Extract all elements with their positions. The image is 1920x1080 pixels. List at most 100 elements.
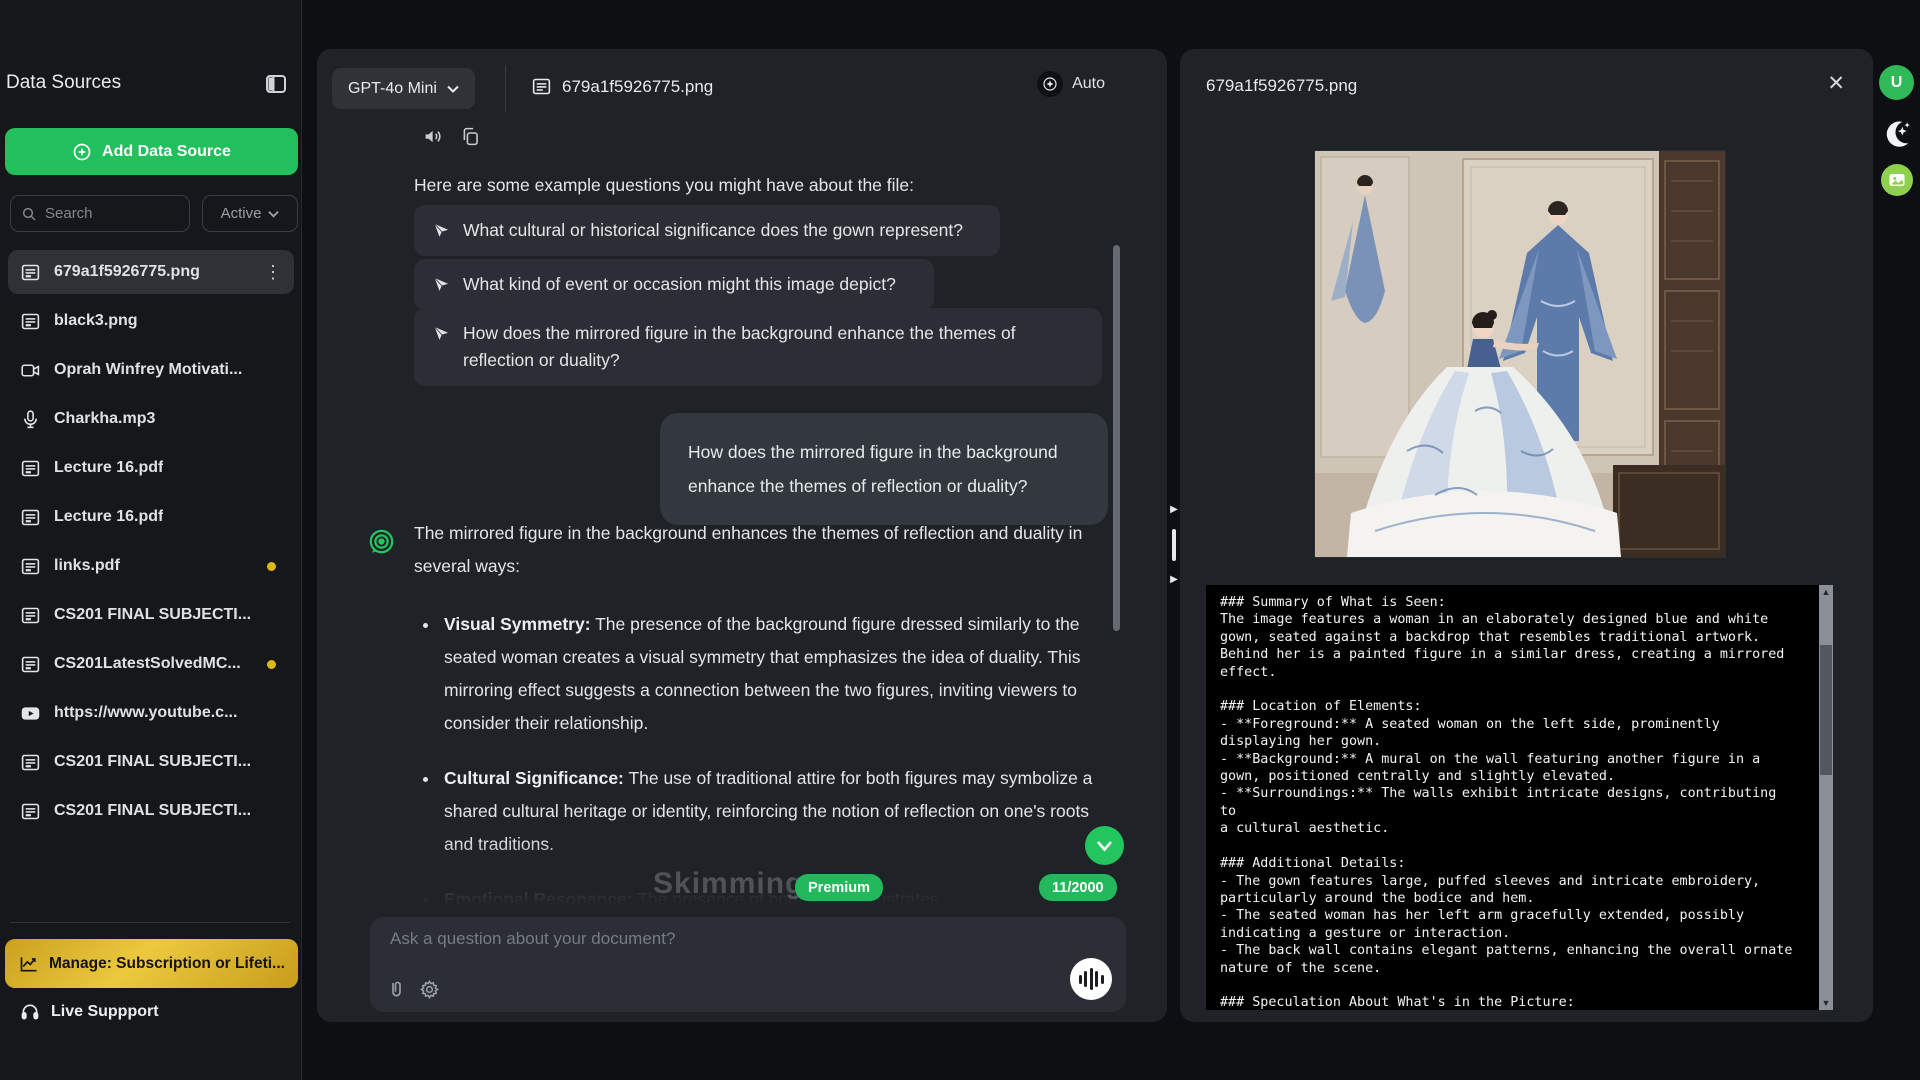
sidebar-title: Data Sources	[6, 72, 121, 94]
suggested-question-3[interactable]: How does the mirrored figure in the back…	[414, 308, 1102, 386]
copy-icon[interactable]	[460, 126, 481, 147]
scrollbar-thumb[interactable]	[1820, 645, 1832, 775]
watermark: Skimming	[653, 867, 804, 901]
active-file-name: 679a1f5926775.png	[562, 77, 713, 97]
assistant-bullet-2: Cultural Significance: The use of tradit…	[440, 762, 1111, 861]
auto-mode-label: Auto	[1072, 75, 1105, 93]
file-preview-panel: 679a1f5926775.png ✕	[1180, 49, 1873, 1022]
list-item-label: CS201 FINAL SUBJECTI...	[54, 753, 251, 771]
active-file: 679a1f5926775.png	[531, 76, 713, 97]
item-menu-icon[interactable]: ⋮	[264, 267, 282, 277]
file-icon	[20, 556, 41, 577]
model-selector[interactable]: GPT-4o Mini	[332, 68, 475, 109]
list-item-label: Lecture 16.pdf	[54, 459, 163, 477]
chart-line-icon	[19, 954, 39, 974]
sidebar-search[interactable]	[10, 195, 190, 232]
manage-subscription-label: Manage: Subscription or Lifeti...	[49, 955, 285, 973]
file-icon	[20, 458, 41, 479]
suggested-question-label: What kind of event or occasion might thi…	[463, 271, 896, 298]
image-description-box: ### Summary of What is Seen: The image f…	[1206, 585, 1833, 1010]
list-item-label: CS201 FINAL SUBJECTI...	[54, 606, 251, 624]
scroll-down-icon[interactable]: ▼	[1819, 996, 1833, 1010]
list-item-679a1f5926775-png[interactable]: 679a1f5926775.png ⋮	[8, 250, 294, 294]
data-source-list: 679a1f5926775.png ⋮ black3.png Oprah Win…	[8, 250, 294, 838]
voice-input-button[interactable]	[1070, 958, 1112, 1000]
status-dot	[267, 562, 276, 571]
assistant-avatar-icon	[368, 528, 395, 555]
close-icon[interactable]: ✕	[1827, 71, 1845, 96]
list-item-oprah-video[interactable]: Oprah Winfrey Motivati...	[8, 348, 294, 392]
auto-mode-icon	[1037, 71, 1063, 97]
list-item-lecture16-pdf-2[interactable]: Lecture 16.pdf	[8, 495, 294, 539]
user-message-bubble: How does the mirrored figure in the back…	[660, 413, 1108, 525]
list-item-youtube-link[interactable]: https://www.youtube.c...	[8, 691, 294, 735]
file-icon	[20, 507, 41, 528]
suggested-question-2[interactable]: What kind of event or occasion might thi…	[414, 259, 934, 310]
preview-image	[1315, 151, 1725, 557]
attach-file-icon[interactable]	[386, 979, 407, 1000]
settings-gear-icon[interactable]	[419, 979, 440, 1000]
file-icon	[20, 311, 41, 332]
manage-subscription-button[interactable]: Manage: Subscription or Lifeti...	[5, 939, 298, 988]
panel-resize-handle[interactable]: ▶ ▶	[1167, 505, 1181, 585]
send-icon	[432, 324, 451, 343]
list-item-label: black3.png	[54, 312, 138, 330]
assistant-message-intro: The mirrored figure in the background en…	[414, 517, 1111, 583]
right-toolbar: U	[1873, 0, 1920, 1080]
list-item-lecture16-pdf-1[interactable]: Lecture 16.pdf	[8, 446, 294, 490]
file-icon	[531, 76, 552, 97]
list-item-links-pdf[interactable]: links.pdf	[8, 544, 294, 588]
resize-grip	[1172, 529, 1176, 561]
search-icon	[21, 206, 37, 222]
assistant-bullet-1: Visual Symmetry: The presence of the bac…	[440, 608, 1111, 740]
search-input[interactable]	[45, 205, 165, 222]
scroll-up-icon[interactable]: ▲	[1819, 585, 1833, 599]
bullet-title: Visual Symmetry:	[444, 614, 591, 634]
list-item-cs201-final-2[interactable]: CS201 FINAL SUBJECTI...	[8, 740, 294, 784]
suggested-question-1[interactable]: What cultural or historical significance…	[414, 205, 1000, 256]
user-avatar[interactable]: U	[1879, 65, 1914, 100]
send-icon	[432, 275, 451, 294]
list-item-cs201-final-3[interactable]: CS201 FINAL SUBJECTI...	[8, 789, 294, 833]
read-aloud-icon[interactable]	[423, 126, 444, 147]
status-dot	[267, 660, 276, 669]
premium-badge: Premium	[795, 874, 883, 901]
header-divider	[505, 65, 506, 112]
resize-arrow-icon: ▶	[1170, 575, 1178, 585]
chat-panel: GPT-4o Mini 679a1f5926775.png Auto Here …	[317, 49, 1167, 1022]
image-description-text: ### Summary of What is Seen: The image f…	[1220, 594, 1795, 1010]
active-filter-dropdown[interactable]: Active	[202, 195, 298, 232]
active-filter-value: Active	[221, 205, 262, 222]
list-item-label: Lecture 16.pdf	[54, 508, 163, 526]
file-icon	[20, 262, 41, 283]
plus-circle-icon	[72, 142, 92, 162]
list-item-black3-png[interactable]: black3.png	[8, 299, 294, 343]
list-item-label: CS201LatestSolvedMC...	[54, 655, 241, 673]
list-item-cs201-latest-solved[interactable]: CS201LatestSolvedMC...	[8, 642, 294, 686]
send-icon	[432, 221, 451, 240]
assistant-intro-text: Here are some example questions you migh…	[414, 175, 914, 196]
image-tool-icon[interactable]	[1881, 164, 1913, 196]
list-item-label: https://www.youtube.c...	[54, 704, 237, 722]
file-icon	[20, 801, 41, 822]
headset-icon	[20, 1002, 40, 1022]
file-icon	[20, 654, 41, 675]
data-sources-sidebar: Data Sources Add Data Source Active 679a…	[0, 0, 302, 1080]
sidebar-collapse-icon[interactable]	[264, 72, 288, 94]
live-support-button[interactable]: Live Suppport	[20, 1002, 159, 1022]
list-item-cs201-final-1[interactable]: CS201 FINAL SUBJECTI...	[8, 593, 294, 637]
chat-scrollbar[interactable]	[1113, 245, 1120, 631]
auto-mode-toggle[interactable]: Auto	[1037, 71, 1105, 97]
usage-badge: 11/2000	[1039, 874, 1117, 901]
preview-title: 679a1f5926775.png	[1206, 76, 1357, 96]
description-scrollbar[interactable]: ▲ ▼	[1819, 585, 1833, 1010]
dark-mode-moon-icon[interactable]	[1881, 118, 1912, 149]
suggested-question-label: How does the mirrored figure in the back…	[463, 320, 1084, 374]
resize-arrow-icon: ▶	[1170, 505, 1178, 515]
question-input[interactable]	[390, 929, 990, 969]
chevron-down-icon	[268, 210, 279, 218]
youtube-icon	[20, 703, 41, 724]
list-item-charkha-mp3[interactable]: Charkha.mp3	[8, 397, 294, 441]
scroll-to-bottom-button[interactable]	[1085, 826, 1124, 865]
add-data-source-button[interactable]: Add Data Source	[5, 128, 298, 175]
